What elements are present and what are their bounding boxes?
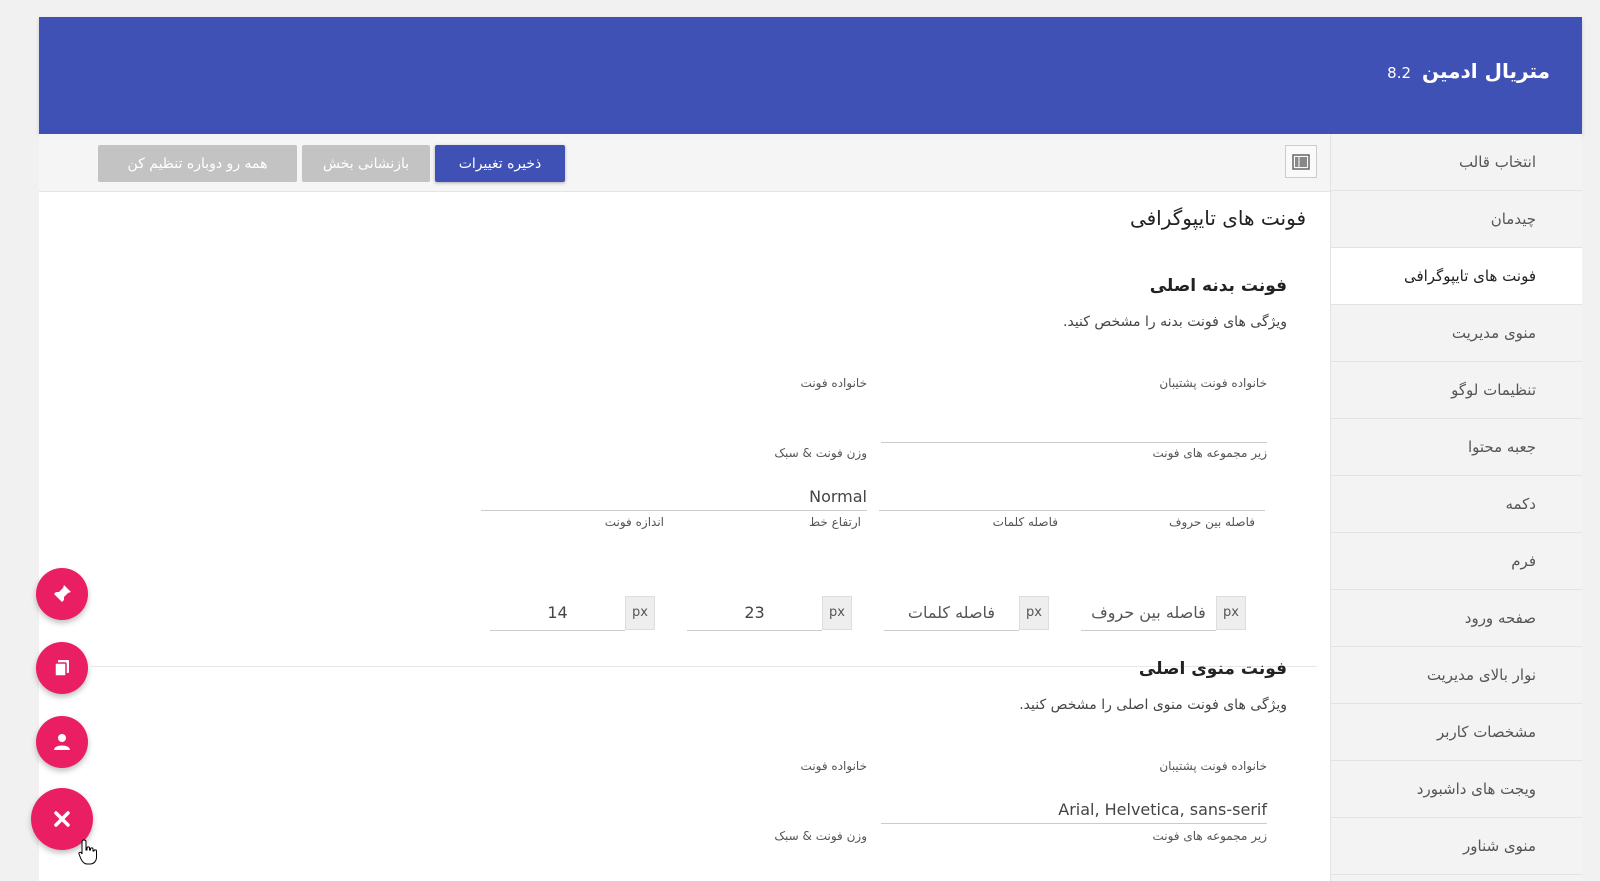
fab-pin-button[interactable] xyxy=(36,568,88,620)
sidebar-item-button[interactable]: دکمه xyxy=(1331,476,1582,533)
menu-font-title: فونت منوی اصلی xyxy=(1138,659,1287,679)
save-button[interactable]: ذخیره تغییرات xyxy=(435,145,565,182)
menu-backup-family-input[interactable]: Arial, Helvetica, sans-serif xyxy=(881,796,1267,824)
sidebar-item-label: منوی مدیریت xyxy=(1451,324,1536,342)
sidebar-item-label: صفحه ورود xyxy=(1464,609,1536,627)
menu-font-weight-label: وزن فونت & سبک xyxy=(774,829,867,843)
sidebar: انتخاب قالب چیدمان فونت های تایپوگرافی م… xyxy=(1330,134,1582,881)
letter-spacing-field: فاصله بین حروف px xyxy=(1081,594,1246,631)
body-font-description: ویژگی های فونت بدنه را مشخص کنید. xyxy=(1063,314,1287,330)
section-title: فونت های تایپوگرافی xyxy=(1129,206,1306,230)
sidebar-item-login[interactable]: صفحه ورود xyxy=(1331,590,1582,647)
letter-spacing-label: فاصله بین حروف xyxy=(1169,515,1255,529)
brand-title[interactable]: متریال ادمین 8.2 xyxy=(1387,59,1550,83)
font-size-label: اندازه فونت xyxy=(604,515,664,529)
sidebar-item-label: تنظیمات لوگو xyxy=(1451,381,1536,399)
line-height-field: 23 px xyxy=(687,594,852,631)
toolbar: ذخیره تغییرات بازنشانی بخش همه رو دوباره… xyxy=(39,134,1330,192)
hand-cursor-icon xyxy=(78,839,97,865)
menu-font-family-label: خانواده فونت xyxy=(800,759,867,773)
font-weight-label: وزن فونت & سبک xyxy=(774,446,867,460)
sidebar-item-content-box[interactable]: جعبه محتوا xyxy=(1331,419,1582,476)
font-subset-select[interactable] xyxy=(879,483,1265,511)
reset-all-button[interactable]: همه رو دوباره تنظیم کن xyxy=(98,145,297,182)
menu-font-subset-label: زیر مجموعه های فونت xyxy=(1152,829,1267,843)
unit-addon: px xyxy=(822,596,852,630)
section-divider xyxy=(91,666,1317,667)
fab-copy-button[interactable] xyxy=(36,642,88,694)
backup-family-label: خانواده فونت پشتیبان xyxy=(1159,376,1267,390)
letter-spacing-input[interactable]: فاصله بین حروف xyxy=(1081,594,1216,631)
sidebar-item-label: نوار بالای مدیریت xyxy=(1426,666,1536,684)
sidebar-item-label: دکمه xyxy=(1505,495,1536,513)
unit-addon: px xyxy=(625,596,655,630)
sidebar-item-label: فونت های تایپوگرافی xyxy=(1403,267,1536,285)
body-font-title: فونت بدنه اصلی xyxy=(1149,276,1287,296)
font-subset-label: زیر مجموعه های فونت xyxy=(1152,446,1267,460)
line-height-input[interactable]: 23 xyxy=(687,594,822,631)
options-panel: انتخاب قالب چیدمان فونت های تایپوگرافی م… xyxy=(39,134,1582,881)
unit-addon: px xyxy=(1216,596,1246,630)
font-weight-select[interactable]: Normal xyxy=(481,483,867,511)
typography-content: فونت های تایپوگرافی فونت بدنه اصلی ویژگی… xyxy=(39,192,1330,881)
sidebar-item-admin-menu[interactable]: منوی مدیریت xyxy=(1331,305,1582,362)
sidebar-item-user-profile[interactable]: مشخصات کاربر xyxy=(1331,704,1582,761)
word-spacing-label: فاصله کلمات xyxy=(992,515,1058,529)
sidebar-item-layout[interactable]: چیدمان xyxy=(1331,191,1582,248)
user-icon xyxy=(54,734,70,750)
sidebar-item-typography[interactable]: فونت های تایپوگرافی xyxy=(1331,248,1582,305)
word-spacing-input[interactable]: فاصله کلمات xyxy=(884,594,1019,631)
font-size-field: 14 px xyxy=(490,594,655,631)
sidebar-item-theme[interactable]: انتخاب قالب xyxy=(1331,134,1582,191)
sidebar-item-label: ویجت های داشبورد xyxy=(1416,780,1536,798)
sidebar-item-label: منوی شناور xyxy=(1463,837,1536,855)
sidebar-item-label: فرم xyxy=(1511,552,1536,570)
sidebar-item-floating-menu[interactable]: منوی شناور xyxy=(1331,818,1582,875)
pin-icon xyxy=(53,585,71,603)
sidebar-item-label: مشخصات کاربر xyxy=(1437,723,1536,741)
copy-icon xyxy=(54,660,69,677)
font-family-label: خانواده فونت xyxy=(800,376,867,390)
line-height-label: ارتفاع خط xyxy=(809,515,861,529)
sidebar-item-label: انتخاب قالب xyxy=(1458,153,1536,171)
sidebar-item-form[interactable]: فرم xyxy=(1331,533,1582,590)
layout-toggle-button[interactable] xyxy=(1285,145,1317,178)
sidebar-item-dashboard-widgets[interactable]: ویجت های داشبورد xyxy=(1331,761,1582,818)
menu-font-description: ویژگی های فونت منوی اصلی را مشخص کنید. xyxy=(1019,697,1287,713)
close-icon xyxy=(54,811,70,827)
app-header: متریال ادمین 8.2 xyxy=(39,17,1582,134)
backup-family-input[interactable] xyxy=(881,415,1267,443)
word-spacing-field: فاصله کلمات px xyxy=(884,594,1049,631)
menu-backup-family-label: خانواده فونت پشتیبان xyxy=(1159,759,1267,773)
fab-user-button[interactable] xyxy=(36,716,88,768)
sidebar-item-label: جعبه محتوا xyxy=(1467,438,1536,456)
sidebar-item-logo[interactable]: تنظیمات لوگو xyxy=(1331,362,1582,419)
sidebar-item-label: چیدمان xyxy=(1490,210,1536,228)
reset-section-button[interactable]: بازنشانی بخش xyxy=(302,145,430,182)
brand-name: متریال ادمین xyxy=(1422,59,1550,83)
layout-icon xyxy=(1292,153,1310,170)
sidebar-item-admin-bar[interactable]: نوار بالای مدیریت xyxy=(1331,647,1582,704)
font-size-input[interactable]: 14 xyxy=(490,594,625,631)
brand-version: 8.2 xyxy=(1387,64,1412,82)
unit-addon: px xyxy=(1019,596,1049,630)
